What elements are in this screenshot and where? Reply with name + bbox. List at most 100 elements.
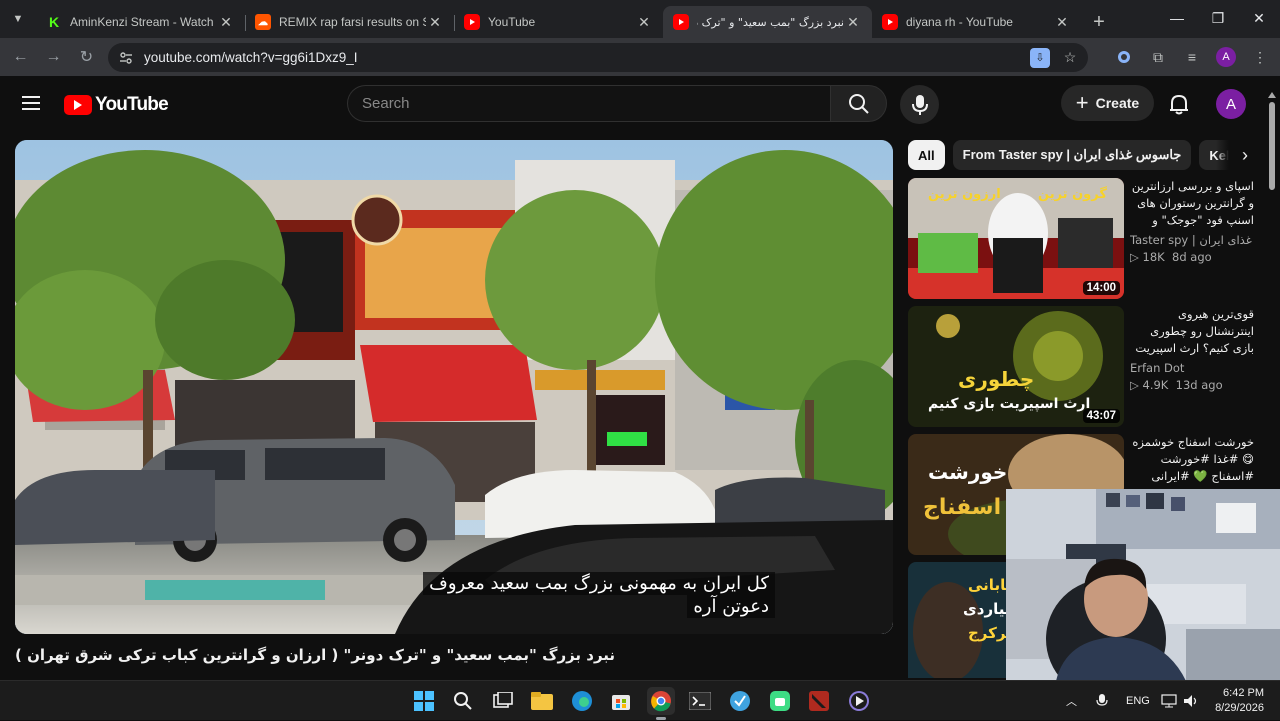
browser-tab-3[interactable]: YouTube ✕ (454, 6, 663, 38)
recommendation-channel[interactable]: Taster spy | جاسوس غذای ایران (1130, 233, 1254, 247)
task-view-icon[interactable] (489, 687, 517, 715)
show-hidden-icons-button[interactable]: ︿ (1066, 681, 1077, 721)
browser-tab-1[interactable]: K AminKenzi Stream - Watch Liv ✕ (36, 6, 245, 38)
view-count: 4.9K (1142, 378, 1169, 392)
duration-badge: 14:00 (1082, 281, 1120, 295)
media-control-icon[interactable]: ≡ (1182, 47, 1202, 67)
page-scrollbar[interactable] (1268, 92, 1276, 192)
recommendation-item[interactable]: ارزون ترین گرون ترین 14:00 اسپای و بررسی… (908, 178, 1258, 300)
thumb-text-2: ارث اسپیریت بازی کنیم (928, 396, 1090, 412)
video-thumbnail[interactable]: ارزون ترین گرون ترین 14:00 (908, 178, 1124, 299)
browser-tab-5[interactable]: diyana rh - YouTube ✕ (872, 6, 1081, 38)
bookmark-star-icon[interactable]: ☆ (1060, 48, 1080, 68)
minimize-button[interactable]: — (1156, 0, 1198, 36)
soundcloud-icon: ☁ (255, 14, 271, 30)
tab-close-icon[interactable]: ✕ (844, 14, 862, 31)
edge-browser-icon[interactable] (568, 687, 596, 715)
clock-date: 8/29/2026 (1215, 702, 1264, 714)
back-button[interactable]: ← (4, 42, 37, 72)
video-frame-street-scene (15, 140, 893, 634)
system-clock[interactable]: 6:42 PM 8/29/2026 (1215, 686, 1264, 716)
upload-age: 13d ago (1175, 378, 1223, 392)
microsoft-store-icon[interactable] (607, 687, 635, 715)
browser-toolbar: ← → ↻ youtube.com/watch?v=gg6i1Dxz9_I ⇩ … (0, 38, 1280, 76)
chip-all[interactable]: All (908, 140, 945, 170)
network-icon[interactable] (1161, 681, 1177, 721)
forward-button[interactable]: → (37, 42, 70, 72)
notifications-bell-icon[interactable] (1167, 92, 1191, 116)
search-button[interactable] (830, 85, 887, 122)
upload-age: 8d ago (1172, 250, 1212, 264)
chips-next-arrow-icon[interactable]: › (1216, 140, 1248, 170)
chrome-browser-icon[interactable] (647, 687, 675, 715)
windows-taskbar: ︿ ENG 6:42 PM 8/29/2026 (0, 680, 1280, 720)
extension-circle-icon[interactable] (1114, 47, 1134, 67)
recommendation-title[interactable]: خورشت اسفناج خوشمزه 😋 #غذا #خورشت #اسفنا… (1130, 434, 1254, 485)
youtube-logo-text: YouTube (95, 94, 169, 115)
browser-tab-strip: ▼ K AminKenzi Stream - Watch Liv ✕ ☁ REM… (0, 0, 1280, 38)
android-app-icon[interactable] (766, 687, 794, 715)
chrome-profile-avatar[interactable]: A (1216, 47, 1236, 67)
search-icon (848, 93, 869, 114)
url-text: youtube.com/watch?v=gg6i1Dxz9_I (144, 50, 358, 65)
youtube-logo[interactable]: YouTube (64, 94, 169, 116)
close-window-button[interactable]: ✕ (1238, 0, 1280, 36)
recommendation-title[interactable]: قوی‌ترین هیرو‌ی اینترنشنال رو چطوری بازی… (1130, 306, 1254, 358)
tab-close-icon[interactable]: ✕ (1053, 14, 1071, 31)
webcam-image (1006, 489, 1280, 681)
caption-line-2: دعوتن آره (687, 595, 775, 618)
chrome-menu-icon[interactable]: ⋮ (1250, 47, 1270, 67)
windows-start-icon[interactable] (410, 687, 438, 715)
youtube-account-avatar[interactable]: A (1216, 89, 1246, 119)
search-input[interactable] (362, 95, 830, 112)
extensions-puzzle-icon[interactable]: ⧉ (1148, 47, 1168, 67)
dota-game-icon[interactable] (805, 687, 833, 715)
youtube-icon (464, 14, 480, 30)
browser-tab-4-active[interactable]: نبرد بزرگ "بمب سعید" و "ترک د ✕ (663, 6, 872, 38)
install-app-icon[interactable]: ⇩ (1030, 47, 1050, 68)
tab-search-menu-button[interactable]: ▼ (0, 0, 36, 38)
maximize-button[interactable]: ❐ (1197, 0, 1239, 36)
media-player-icon[interactable] (845, 687, 873, 715)
vpn-app-icon[interactable] (726, 687, 754, 715)
taskbar-search-icon[interactable] (449, 687, 477, 715)
view-count: 18K (1142, 250, 1165, 264)
reload-button[interactable]: ↻ (70, 42, 103, 72)
language-indicator[interactable]: ENG (1126, 681, 1150, 721)
tab-close-icon[interactable]: ✕ (426, 14, 444, 31)
youtube-logo-icon (64, 95, 92, 115)
site-info-icon[interactable] (112, 44, 140, 72)
kick-icon: K (46, 14, 62, 30)
recommendation-channel[interactable]: Erfan Dot (1130, 361, 1254, 375)
video-title: نبرد بزرگ "بمب سعید" و "ترک دونر" ( ارزا… (15, 646, 616, 664)
browser-tab-2[interactable]: ☁ REMIX rap farsi results on Sou ✕ (245, 6, 454, 38)
terminal-icon[interactable] (686, 687, 714, 715)
recommendation-title[interactable]: اسپای و بررسی ارزانترین و گرانترین رستور… (1130, 178, 1254, 230)
microphone-icon (911, 94, 928, 115)
play-icon: ▷ (1130, 378, 1139, 392)
create-button[interactable]: + Create (1061, 85, 1154, 121)
video-thumbnail[interactable]: چطوری ارث اسپیریت بازی کنیم 43:07 (908, 306, 1124, 427)
guide-menu-icon[interactable] (22, 96, 40, 110)
create-label: Create (1095, 95, 1140, 111)
caption-line-1: کل ایران به مهمونی بزرگ بمب سعید معروف (423, 572, 775, 595)
recommendation-meta: ▷ 18K 8d ago (1130, 250, 1254, 264)
youtube-icon (882, 14, 898, 30)
plus-icon: + (1075, 90, 1089, 115)
duration-badge: 43:07 (1082, 409, 1120, 423)
volume-icon[interactable] (1183, 681, 1199, 721)
recommendation-item[interactable]: چطوری ارث اسپیریت بازی کنیم 43:07 قوی‌تر… (908, 306, 1258, 428)
address-bar[interactable]: youtube.com/watch?v=gg6i1Dxz9_I ⇩ ☆ (108, 43, 1088, 72)
video-player[interactable]: کل ایران به مهمونی بزرگ بمب سعید معروف د… (15, 140, 893, 634)
file-explorer-icon[interactable] (528, 687, 556, 715)
tab-title: diyana rh - YouTube (906, 15, 1013, 29)
voice-search-button[interactable] (900, 85, 939, 124)
search-box (347, 85, 830, 122)
thumb-text-1: ارزون ترین (928, 187, 1001, 202)
recommendation-meta: ▷ 4.9K 13d ago (1130, 378, 1254, 392)
tab-close-icon[interactable]: ✕ (635, 14, 653, 31)
tab-close-icon[interactable]: ✕ (217, 14, 235, 31)
microphone-tray-icon[interactable] (1096, 681, 1108, 721)
new-tab-button[interactable]: + (1085, 6, 1113, 38)
chip-from-channel[interactable]: From Taster spy | جاسوس غذای ایران (952, 140, 1192, 170)
